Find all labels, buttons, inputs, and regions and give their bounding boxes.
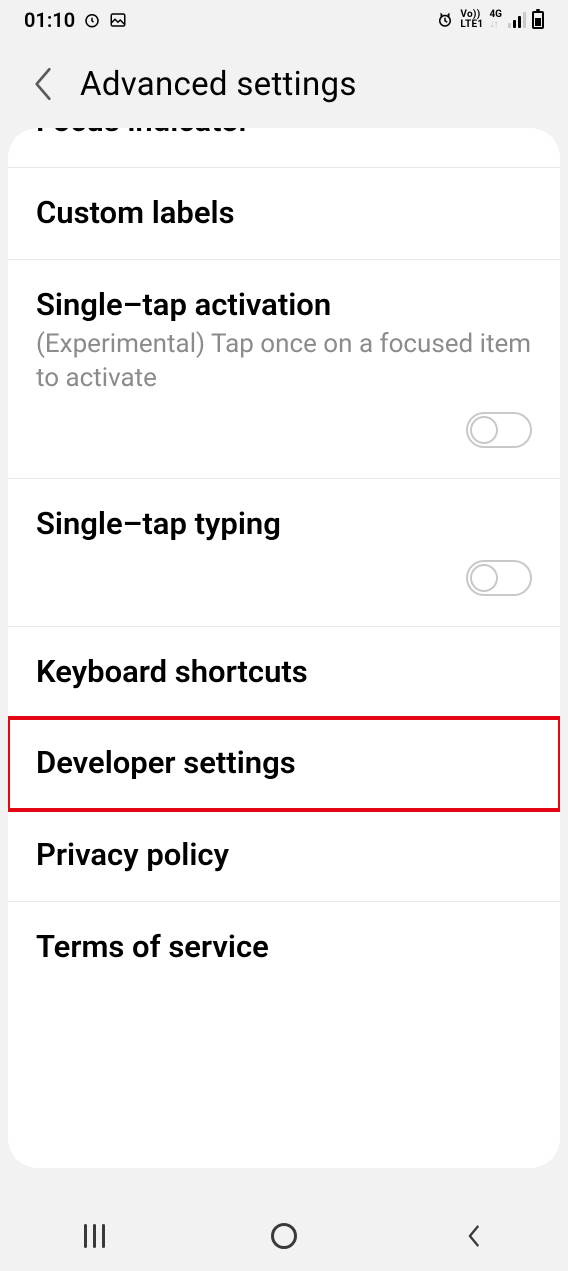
gallery-icon [109, 11, 127, 29]
row-privacy-policy[interactable]: Privacy policy [8, 810, 560, 902]
row-terms-of-service[interactable]: Terms of service [8, 902, 560, 993]
row-subtitle: (Experimental) Tap once on a focused ite… [36, 328, 532, 396]
row-title: Terms of service [36, 928, 532, 967]
row-title: Focus indicator [36, 128, 532, 141]
system-nav-bar [0, 1201, 568, 1271]
row-keyboard-shortcuts[interactable]: Keyboard shortcuts [8, 627, 560, 719]
settings-card: Focus indicator Custom labels Single–tap… [8, 128, 560, 1168]
status-right: Vo)) LTE1 4G ↓↑ [436, 10, 544, 30]
alarm-icon [436, 11, 454, 29]
row-developer-settings[interactable]: Developer settings [8, 718, 560, 810]
row-title: Privacy policy [36, 836, 532, 875]
row-title: Single–tap activation [36, 286, 532, 325]
row-title: Keyboard shortcuts [36, 653, 532, 692]
status-left: 01:10 [24, 8, 127, 32]
back-button[interactable] [30, 65, 56, 103]
row-custom-labels[interactable]: Custom labels [8, 168, 560, 260]
row-title: Single–tap typing [36, 505, 532, 544]
recents-icon [84, 1224, 105, 1248]
app-bar: Advanced settings [0, 40, 568, 128]
alarm-set-icon [83, 11, 101, 29]
battery-icon [532, 11, 544, 29]
row-single-tap-typing[interactable]: Single–tap typing [8, 479, 560, 627]
back-icon [463, 1222, 483, 1250]
row-focus-indicator[interactable]: Focus indicator [8, 128, 560, 168]
nav-back-button[interactable] [433, 1211, 513, 1261]
page-title: Advanced settings [80, 65, 357, 104]
screen: 01:10 Vo)) LTE1 4G ↓↑ [0, 0, 568, 1271]
row-single-tap-activation[interactable]: Single–tap activation (Experimental) Tap… [8, 260, 560, 479]
data-indicator: 4G ↓↑ [489, 10, 502, 30]
home-icon [271, 1223, 297, 1249]
status-bar: 01:10 Vo)) LTE1 4G ↓↑ [0, 0, 568, 40]
toggle-knob [470, 416, 498, 444]
toggle-knob [470, 564, 498, 592]
volte-indicator: Vo)) LTE1 [460, 10, 483, 30]
nav-recents-button[interactable] [55, 1211, 135, 1261]
settings-list: Focus indicator Custom labels Single–tap… [8, 128, 560, 993]
toggle-single-tap-typing[interactable] [466, 560, 532, 596]
row-title: Custom labels [36, 194, 532, 233]
clock: 01:10 [24, 8, 75, 32]
signal-icon [508, 12, 526, 28]
nav-home-button[interactable] [244, 1211, 324, 1261]
toggle-single-tap-activation[interactable] [466, 412, 532, 448]
row-title: Developer settings [36, 744, 532, 783]
